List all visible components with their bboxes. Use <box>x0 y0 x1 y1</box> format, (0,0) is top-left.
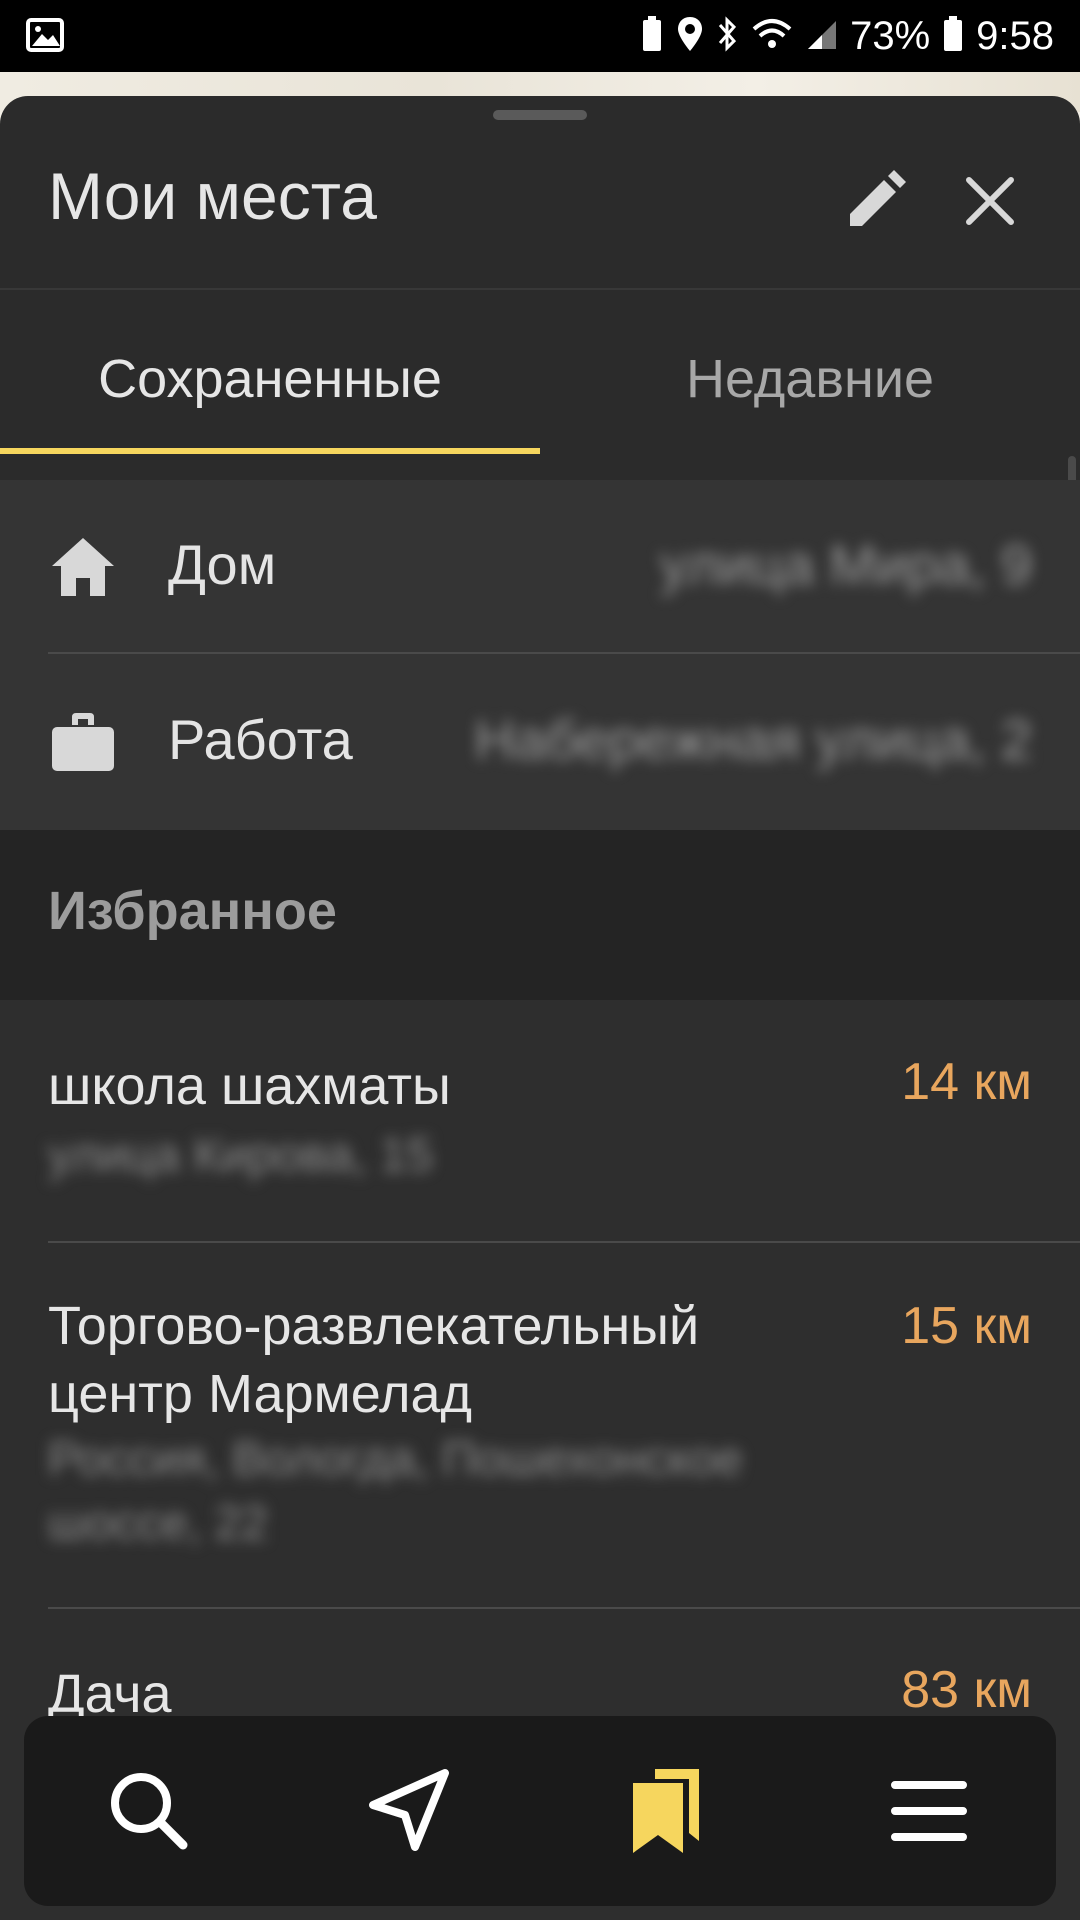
edit-button[interactable] <box>840 166 920 246</box>
search-button[interactable] <box>99 1761 199 1861</box>
place-name: Торгово-развлекательный центр Мармелад <box>48 1296 700 1424</box>
favorites-header: Избранное <box>0 830 1080 1000</box>
bookmarks-button[interactable] <box>619 1761 719 1861</box>
place-address: улица Кирова, 15 <box>48 1129 434 1182</box>
home-address: улица Мира, 9 <box>660 533 1032 596</box>
tabs: Сохраненные Недавние <box>0 290 1080 470</box>
list-item[interactable]: Торгово-развлекательный центр Мармелад 1… <box>0 1244 1080 1610</box>
briefcase-icon <box>48 707 118 777</box>
pencil-icon <box>850 170 906 226</box>
menu-button[interactable] <box>879 1761 979 1861</box>
bluetooth-icon <box>716 15 740 58</box>
row-divider <box>48 652 1080 654</box>
favorites-title: Избранное <box>48 881 337 941</box>
work-address: Набережная улица, 2 <box>474 708 1032 771</box>
tab-saved[interactable]: Сохраненные <box>0 290 540 470</box>
place-address: Россия, Вологда, Пошехонское шоссе, 22 <box>48 1433 743 1550</box>
bottom-navigation <box>24 1716 1056 1906</box>
work-label: Работа <box>168 708 353 771</box>
home-label: Дом <box>168 533 277 596</box>
place-name: школа шахматы <box>48 1056 451 1116</box>
signal-icon <box>804 17 838 56</box>
row-divider <box>48 1241 1080 1243</box>
navigation-button[interactable] <box>359 1761 459 1861</box>
place-distance: 83 км <box>901 1661 1032 1719</box>
row-divider <box>48 1607 1080 1609</box>
location-icon <box>676 15 704 58</box>
address-block: Дом улица Мира, 9 Работа Набережная улиц… <box>0 480 1080 830</box>
wifi-icon <box>752 17 792 56</box>
status-bar: 73% 9:58 <box>0 0 1080 72</box>
drag-handle[interactable] <box>493 110 587 120</box>
place-distance: 14 км <box>901 1053 1032 1111</box>
list-item-home[interactable]: Дом улица Мира, 9 <box>0 480 1080 655</box>
gallery-notification-icon <box>26 18 66 59</box>
list-item-work[interactable]: Работа Набережная улица, 2 <box>0 655 1080 830</box>
home-icon <box>48 532 118 602</box>
close-button[interactable] <box>955 166 1035 246</box>
navigation-arrow-icon <box>369 1769 449 1851</box>
bookmarks-icon <box>633 1769 699 1853</box>
my-places-sheet: Мои места Сохраненные Недавние Дом улица… <box>0 96 1080 1920</box>
battery-percent: 73% <box>850 13 931 58</box>
clock: 9:58 <box>976 13 1054 58</box>
search-icon <box>111 1773 188 1850</box>
battery-saver-icon <box>640 15 664 58</box>
tab-recent[interactable]: Недавние <box>540 290 1080 470</box>
page-title: Мои места <box>48 159 377 233</box>
place-distance: 15 км <box>901 1297 1032 1355</box>
menu-icon <box>891 1781 967 1841</box>
close-icon <box>966 177 1014 225</box>
battery-icon <box>942 15 964 58</box>
list-item[interactable]: школа шахматы 14 км улица Кирова, 15 <box>0 1000 1080 1244</box>
active-tab-indicator <box>0 448 540 454</box>
